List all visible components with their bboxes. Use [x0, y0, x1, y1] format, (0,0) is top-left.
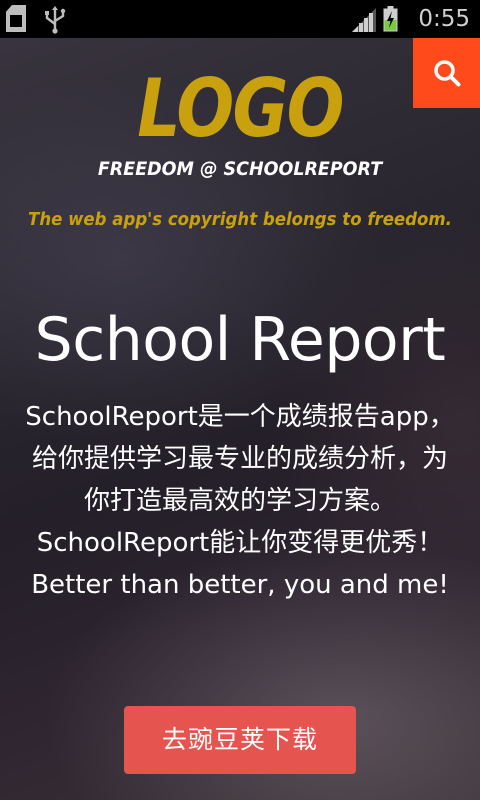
- sd-card-icon: [6, 5, 26, 32]
- search-button[interactable]: [413, 38, 480, 108]
- clock: 0:55: [418, 6, 470, 32]
- copyright-notice: The web app's copyright belongs to freed…: [28, 209, 452, 230]
- app-screen: 0:55 LOGO FREEDOM @ SCHOOLREPORT The web…: [0, 0, 480, 800]
- status-bar: 0:55: [0, 0, 480, 38]
- signal-icon: [352, 8, 376, 32]
- search-icon: [433, 60, 460, 87]
- usb-icon: [45, 6, 66, 34]
- logo: LOGO: [137, 62, 344, 155]
- download-button[interactable]: 去豌豆荚下载: [124, 706, 356, 774]
- page-title: School Report: [34, 305, 446, 375]
- app-description: SchoolReport是一个成绩报告app，给你提供学习最专业的成绩分析，为你…: [25, 402, 455, 600]
- battery-charging-icon: [383, 6, 398, 32]
- logo-subtitle: FREEDOM @ SCHOOLREPORT: [97, 158, 383, 180]
